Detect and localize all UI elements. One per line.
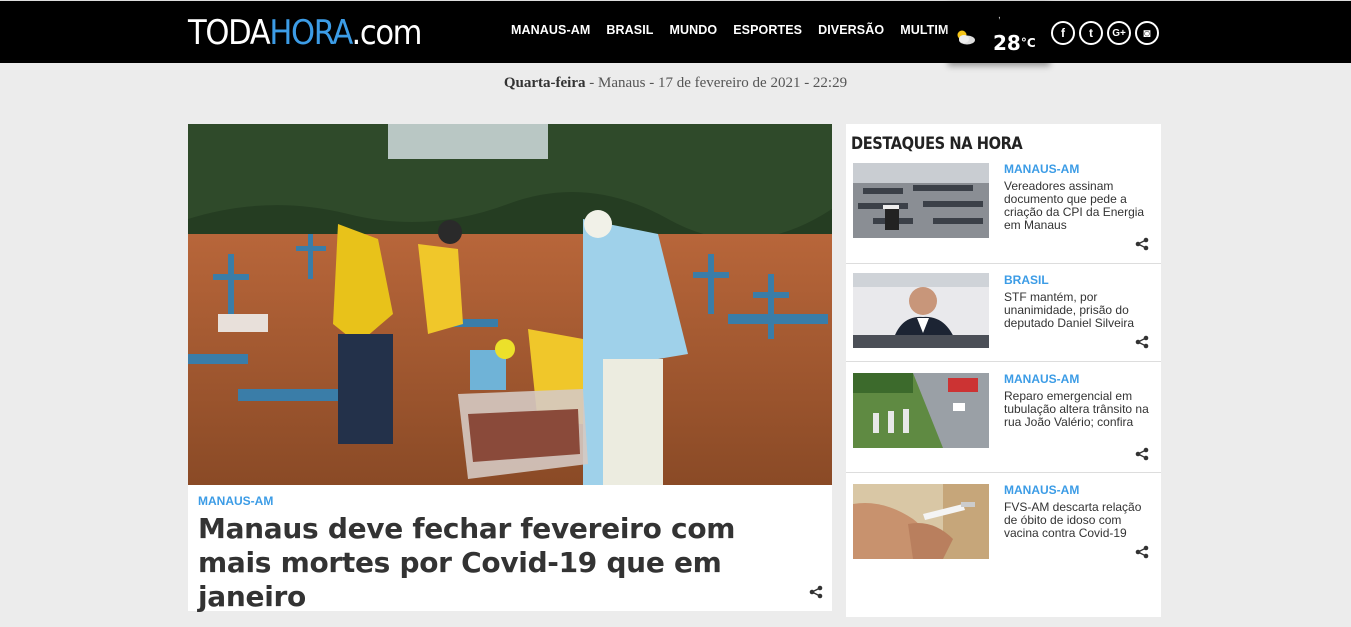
dateline-details: - Manaus - 17 de fevereiro de 2021 - 22:…: [585, 75, 848, 91]
sidebar-thumbnail[interactable]: [853, 373, 989, 448]
sidebar-item[interactable]: MANAUS-AM FVS-AM descarta relação de óbi…: [846, 473, 1161, 577]
sidebar-item[interactable]: BRASIL STF mantém, por unanimidade, pris…: [846, 264, 1161, 362]
social-links: f t G+ ◙: [1051, 21, 1159, 45]
share-icon[interactable]: [1135, 447, 1149, 461]
main-nav: MANAUS-AM BRASIL MUNDO ESPORTES DIVERSÃO…: [511, 23, 990, 37]
sidebar-thumbnail[interactable]: [853, 163, 989, 238]
weather-mark: ,: [998, 10, 1001, 21]
sidebar-item-category[interactable]: BRASIL: [1004, 273, 1049, 287]
facebook-icon[interactable]: f: [1051, 21, 1075, 45]
nav-item-manaus[interactable]: MANAUS-AM: [511, 23, 590, 37]
top-header: TODAHORA.com MANAUS-AM BRASIL MUNDO ESPO…: [0, 0, 1351, 63]
share-icon[interactable]: [1135, 237, 1149, 251]
google-plus-icon[interactable]: G+: [1107, 21, 1131, 45]
share-icon[interactable]: [809, 585, 823, 599]
nav-item-esportes[interactable]: ESPORTES: [733, 23, 802, 37]
sidebar-item[interactable]: MANAUS-AM Reparo emergencial em tubulaçã…: [846, 362, 1161, 473]
main-story-category[interactable]: MANAUS-AM: [198, 494, 273, 508]
temperature-value: 28°C: [993, 31, 1036, 55]
share-icon[interactable]: [1135, 545, 1149, 559]
main-story-image[interactable]: [188, 124, 832, 485]
dateline-weekday: Quarta-feira: [503, 75, 586, 91]
main-story-card[interactable]: MANAUS-AM Manaus deve fechar fevereiro c…: [188, 124, 832, 614]
sidebar-item-title[interactable]: FVS-AM descarta relação de óbito de idos…: [1004, 501, 1154, 540]
partly-cloudy-icon: [957, 30, 975, 45]
sidebar-item-title[interactable]: Vereadores assinam documento que pede a …: [1004, 180, 1154, 232]
sidebar-title: DESTAQUES NA HORA: [851, 134, 1023, 154]
sidebar-item-title[interactable]: STF mantém, por unanimidade, prisão do d…: [1004, 291, 1154, 330]
nav-item-brasil[interactable]: BRASIL: [606, 23, 653, 37]
highlights-sidebar: DESTAQUES NA HORA MANAUS-AM Vereadores a…: [846, 124, 1161, 617]
sidebar-thumbnail[interactable]: [853, 484, 989, 559]
twitter-icon[interactable]: t: [1079, 21, 1103, 45]
sidebar-thumbnail[interactable]: [853, 273, 989, 348]
instagram-icon[interactable]: ◙: [1135, 21, 1159, 45]
nav-item-diversao[interactable]: DIVERSÃO: [818, 23, 884, 37]
nav-item-mundo[interactable]: MUNDO: [670, 23, 718, 37]
main-story-title[interactable]: Manaus deve fechar fevereiro com mais mo…: [198, 512, 798, 614]
weather-widget[interactable]: , 28°C: [948, 1, 1050, 63]
share-icon[interactable]: [1135, 335, 1149, 349]
sidebar-item-category[interactable]: MANAUS-AM: [1004, 372, 1079, 386]
dateline: Quarta-feira - Manaus - 17 de fevereiro …: [0, 75, 1351, 92]
sidebar-item[interactable]: MANAUS-AM Vereadores assinam documento q…: [846, 160, 1161, 264]
site-logo[interactable]: TODAHORA.com: [188, 13, 423, 53]
sidebar-item-category[interactable]: MANAUS-AM: [1004, 162, 1079, 176]
sidebar-item-category[interactable]: MANAUS-AM: [1004, 483, 1079, 497]
sidebar-item-title[interactable]: Reparo emergencial em tubulação altera t…: [1004, 390, 1154, 429]
